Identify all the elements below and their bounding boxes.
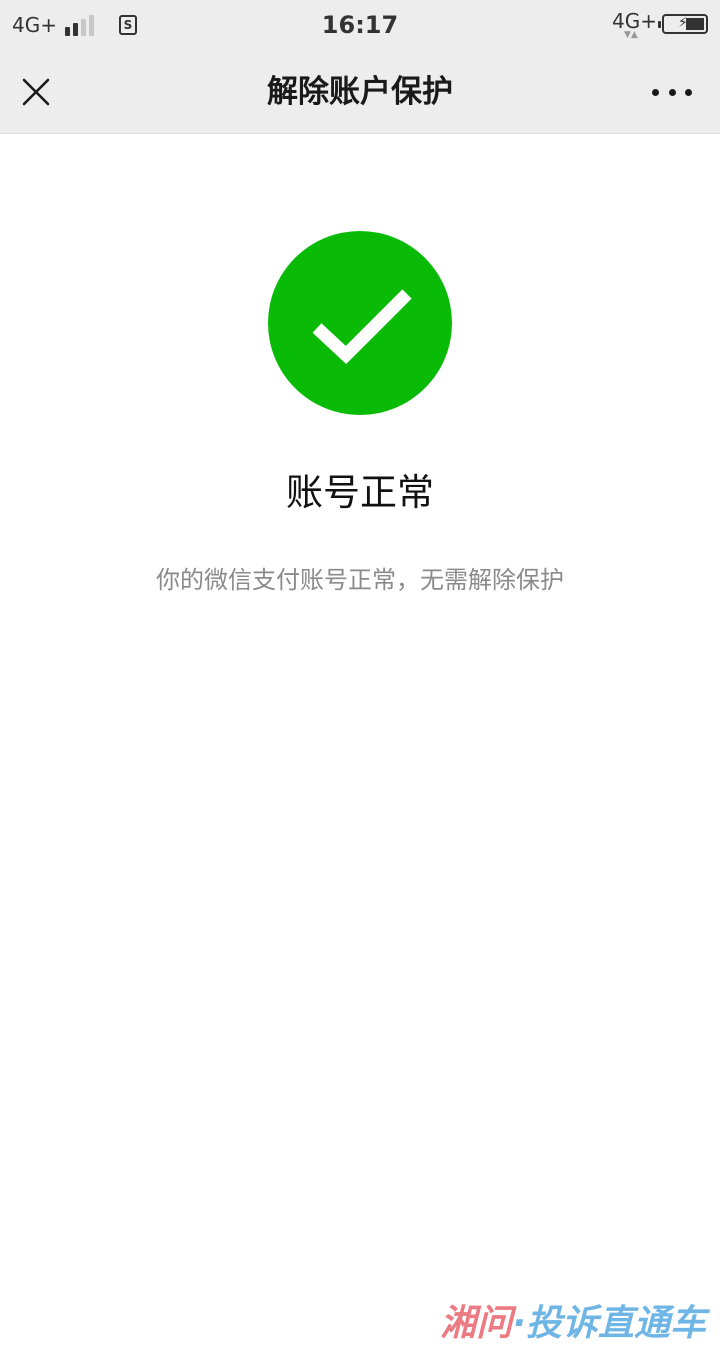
success-icon xyxy=(268,231,452,415)
battery-level xyxy=(686,18,704,30)
more-dot-icon xyxy=(685,88,692,96)
result-title: 账号正常 xyxy=(286,471,434,514)
more-dot-icon xyxy=(668,88,676,96)
charging-bolt-icon: ⚡ xyxy=(678,15,688,31)
more-dot-icon xyxy=(652,88,659,96)
more-menu-button[interactable] xyxy=(652,70,692,114)
network-indicator-right: 4G+ ▼▲ xyxy=(612,8,657,40)
data-activity-icon: ▼▲ xyxy=(624,30,638,40)
status-right: 4G+ ▼▲ ⚡ xyxy=(612,8,708,40)
status-bar: 4G+ S 16:17 4G+ ▼▲ ⚡ xyxy=(0,0,720,50)
page-title: 解除账户保护 xyxy=(267,74,453,110)
watermark-part1: 湘问 xyxy=(440,1303,513,1344)
watermark-part2: ·投诉直通车 xyxy=(512,1303,706,1344)
watermark: 湘问·投诉直通车 xyxy=(346,1300,706,1348)
battery-icon: ⚡ xyxy=(658,14,708,34)
checkmark-icon xyxy=(312,289,412,365)
nav-bar: 解除账户保护 xyxy=(0,50,720,134)
result-description: 你的微信支付账号正常，无需解除保护 xyxy=(156,566,564,594)
